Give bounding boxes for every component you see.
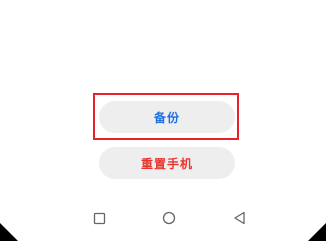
circle-icon [162,211,176,225]
screen-corner-left [0,223,18,241]
navigation-bar [0,200,326,241]
triangle-back-icon [233,211,245,225]
back-button[interactable] [231,210,247,226]
screen-corner-right [308,223,326,241]
recent-apps-button[interactable] [91,210,107,226]
screen: 备份 重置手机 [0,0,326,241]
highlight-box [93,93,239,140]
reset-phone-button-label: 重置手机 [140,156,193,171]
square-icon [93,212,105,224]
home-button[interactable] [161,210,177,226]
reset-phone-button[interactable]: 重置手机 [99,147,235,179]
